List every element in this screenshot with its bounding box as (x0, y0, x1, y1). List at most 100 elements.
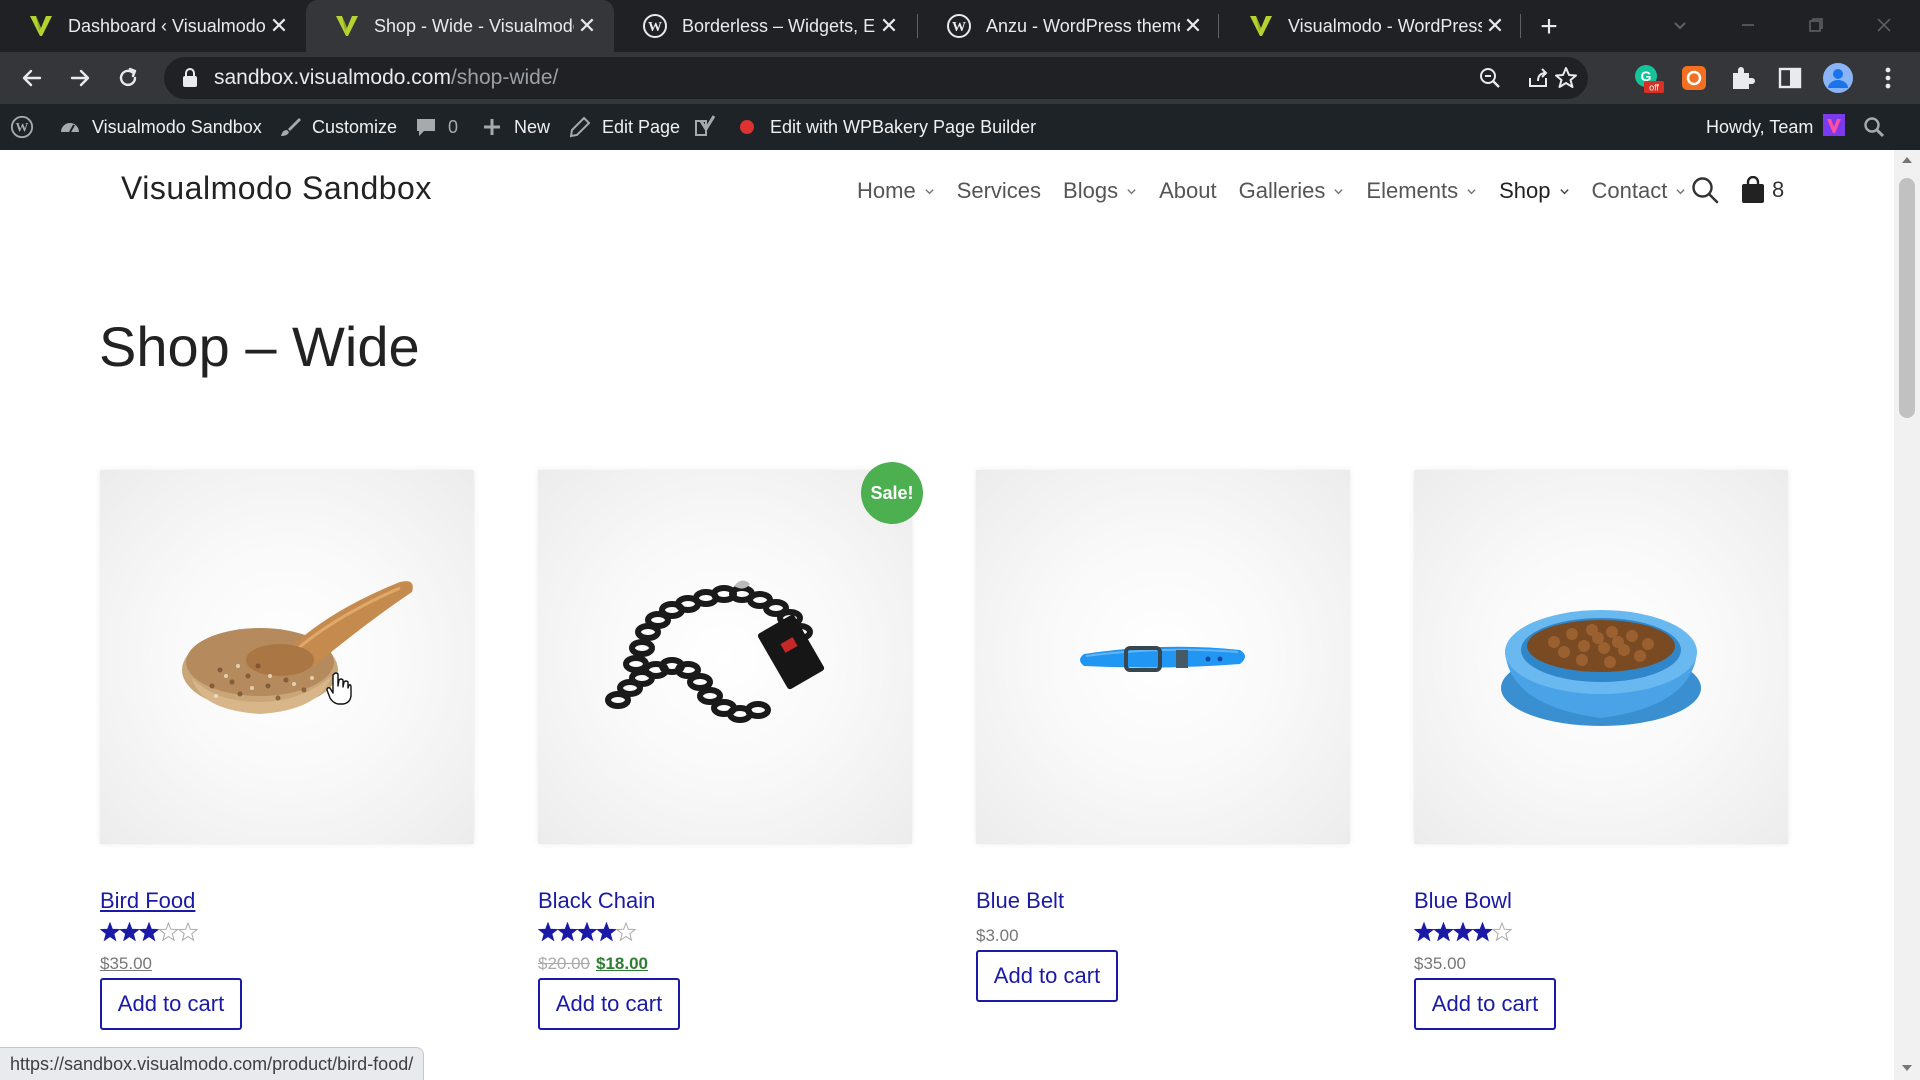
bookmark-star-icon[interactable] (1551, 63, 1581, 93)
product-title[interactable]: Black Chain (538, 888, 655, 914)
zoom-icon[interactable] (1475, 63, 1505, 93)
tab-title: Anzu - WordPress theme (986, 15, 1180, 36)
scroll-down-icon[interactable] (1901, 1062, 1913, 1074)
tab-title: Visualmodo - WordPress (1288, 15, 1482, 36)
scroll-thumb[interactable] (1899, 178, 1915, 418)
close-window-icon[interactable] (1864, 8, 1904, 42)
grammarly-extension-icon[interactable]: Goff (1632, 62, 1664, 94)
add-to-cart-button[interactable]: Add to cart (538, 978, 680, 1030)
admin-site-name[interactable]: Visualmodo Sandbox (58, 104, 262, 150)
product-image[interactable] (100, 470, 474, 844)
url-text[interactable]: sandbox.visualmodo.com/shop-wide/ (214, 66, 558, 90)
star-filled-icon (119, 922, 140, 942)
product-title[interactable]: Bird Food (100, 888, 195, 914)
star-filled-icon (138, 922, 160, 942)
main-navigation: Home Services Blogs About Galleries Elem… (857, 174, 1708, 208)
tab-anzu[interactable]: W Anzu - WordPress theme ✕ (918, 0, 1220, 52)
admin-customize[interactable]: Customize (278, 104, 397, 150)
chevron-down-icon (1334, 188, 1344, 194)
wordpress-logo-menu[interactable]: W (10, 104, 34, 150)
site-title[interactable]: Visualmodo Sandbox (121, 170, 432, 207)
product-title[interactable]: Blue Belt (976, 888, 1064, 914)
product-image[interactable] (1414, 470, 1788, 844)
close-icon[interactable]: ✕ (1180, 13, 1206, 39)
tab-shop-wide[interactable]: Shop - Wide - Visualmodo ✕ (306, 0, 614, 52)
nav-item-about[interactable]: About (1159, 178, 1217, 204)
product-price: $20.00 $18.00 (538, 954, 648, 974)
page-title: Shop – Wide (99, 315, 420, 378)
nav-item-shop[interactable]: Shop (1499, 178, 1569, 204)
nav-item-galleries[interactable]: Galleries (1239, 178, 1345, 204)
back-icon[interactable] (14, 60, 50, 96)
close-icon[interactable]: ✕ (574, 13, 600, 39)
sale-badge: Sale! (861, 462, 923, 524)
shopping-bag-icon (1742, 176, 1764, 203)
star-filled-icon (557, 922, 578, 942)
tab-separator (1218, 14, 1219, 38)
add-to-cart-button[interactable]: Add to cart (1414, 978, 1556, 1030)
page-scrollbar[interactable] (1894, 150, 1920, 1080)
tab-dashboard[interactable]: Dashboard ‹ Visualmodo ✕ (0, 0, 306, 52)
search-icon[interactable] (1690, 175, 1720, 205)
tab-borderless[interactable]: W Borderless – Widgets, Ele ✕ (614, 0, 916, 52)
tab-title: Shop - Wide - Visualmodo (374, 15, 574, 36)
product-image[interactable] (538, 470, 912, 844)
side-panel-icon[interactable] (1774, 62, 1806, 94)
extensions-puzzle-icon[interactable] (1726, 62, 1758, 94)
extension-badge: off (1649, 83, 1659, 93)
scroll-up-icon[interactable] (1901, 154, 1913, 166)
product-title[interactable]: Blue Bowl (1414, 888, 1512, 914)
add-to-cart-button[interactable]: Add to cart (100, 978, 242, 1030)
star-filled-icon (1472, 922, 1493, 942)
close-icon[interactable]: ✕ (876, 13, 902, 39)
nav-item-elements[interactable]: Elements (1366, 178, 1477, 204)
avatar (1823, 113, 1846, 141)
dashboard-gauge-icon (58, 115, 82, 139)
orange-extension-icon[interactable] (1678, 62, 1710, 94)
star-filled-icon (538, 922, 559, 942)
admin-comments-count: 0 (448, 116, 459, 137)
nav-item-home[interactable]: Home (857, 178, 935, 204)
nav-item-blogs[interactable]: Blogs (1063, 178, 1137, 204)
admin-new[interactable]: New (480, 104, 550, 150)
nav-item-label: About (1159, 178, 1217, 203)
star-filled-icon (1452, 922, 1474, 942)
tab-search-icon[interactable] (1660, 8, 1700, 42)
admin-wpbakery[interactable]: Edit with WPBakery Page Builder (770, 104, 1036, 150)
profile-avatar-icon[interactable] (1822, 62, 1854, 94)
admin-edit-page[interactable]: Edit Page (568, 104, 680, 150)
close-icon[interactable]: ✕ (266, 13, 292, 39)
admin-comments[interactable]: 0 (414, 104, 458, 150)
restore-icon[interactable] (1796, 8, 1836, 42)
add-to-cart-button[interactable]: Add to cart (976, 950, 1118, 1002)
star-rating (1414, 922, 1514, 942)
minimize-icon[interactable] (1728, 8, 1768, 42)
star-filled-icon (576, 922, 598, 942)
lock-icon[interactable] (182, 68, 198, 93)
share-icon[interactable] (1523, 63, 1553, 93)
admin-site-name-label: Visualmodo Sandbox (92, 116, 262, 137)
address-bar[interactable]: sandbox.visualmodo.com/shop-wide/ (164, 57, 1588, 99)
star-filled-icon (100, 922, 121, 942)
admin-edit-page-label: Edit Page (602, 116, 681, 137)
status-dot-icon (740, 120, 754, 134)
close-icon[interactable]: ✕ (1482, 13, 1508, 39)
nav-item-contact[interactable]: Contact (1592, 178, 1687, 204)
nav-item-services[interactable]: Services (957, 178, 1041, 204)
admin-yoast-seo[interactable] (694, 104, 754, 150)
new-tab-button[interactable]: + (1532, 10, 1566, 44)
admin-account[interactable]: Howdy, Team (1706, 104, 1846, 150)
product-card-blue-belt: Blue Belt $3.00 Add to cart (976, 470, 1350, 1002)
product-image[interactable] (976, 470, 1350, 844)
reload-icon[interactable] (110, 60, 146, 96)
browser-menu-icon[interactable] (1872, 62, 1904, 94)
forward-icon[interactable] (62, 60, 98, 96)
svg-text:W: W (648, 20, 662, 35)
admin-customize-label: Customize (312, 116, 398, 137)
product-price: $3.00 (976, 926, 1019, 945)
admin-search[interactable] (1862, 104, 1886, 150)
regular-price: $20.00 (538, 954, 590, 973)
tab-title: Dashboard ‹ Visualmodo (68, 15, 266, 36)
cart-button[interactable]: 8 (1740, 173, 1784, 207)
tab-visualmodo[interactable]: Visualmodo - WordPress ✕ (1220, 0, 1522, 52)
